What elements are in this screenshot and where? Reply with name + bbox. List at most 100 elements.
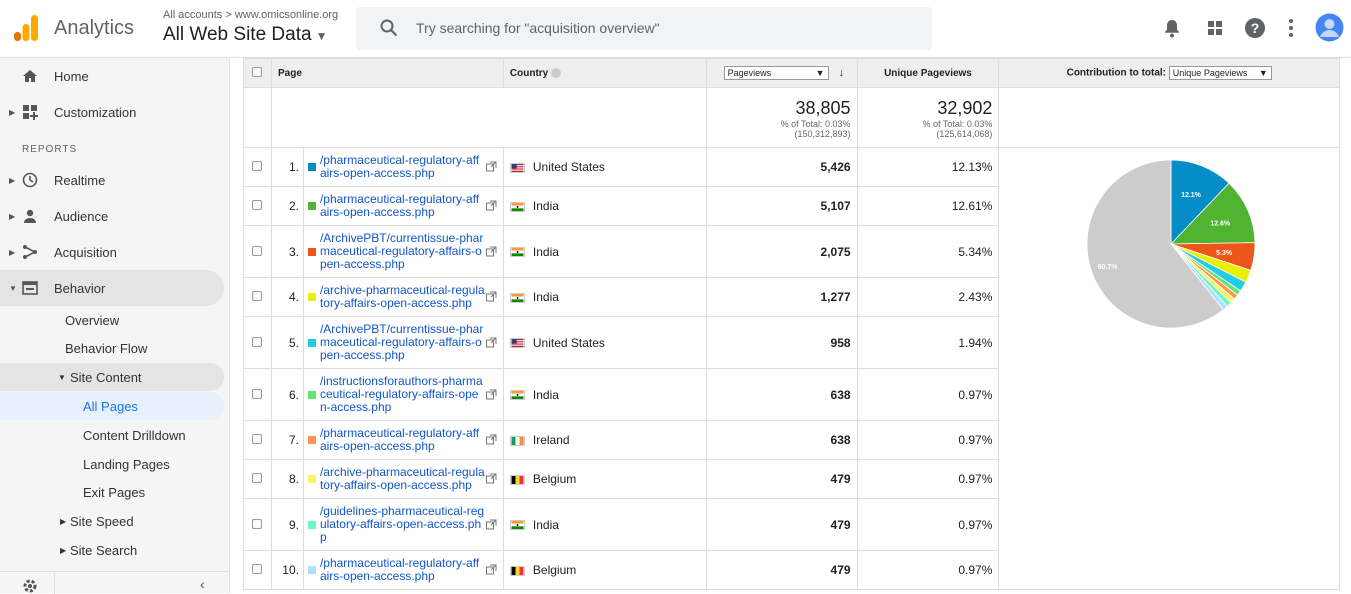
subitem-label: Site Content xyxy=(70,369,142,385)
sidebar-subitem-overview[interactable]: Overview xyxy=(0,306,224,334)
sidebar-subitem-site-content[interactable]: ▼ Site Content xyxy=(0,363,224,391)
row-checkbox[interactable] xyxy=(252,518,263,529)
country-name[interactable]: India xyxy=(533,245,559,259)
country-name[interactable]: Belgium xyxy=(533,563,576,577)
open-external-icon[interactable] xyxy=(485,564,497,575)
open-external-icon[interactable] xyxy=(485,337,497,348)
select-all-checkbox[interactable] xyxy=(252,66,263,77)
contribution-select[interactable]: Unique Pageviews ▼ xyxy=(1168,66,1272,80)
country-name[interactable]: United States xyxy=(533,160,605,174)
sidebar-item-realtime[interactable]: ▶ Realtime xyxy=(0,162,224,198)
sidebar-subitem-behavior-flow[interactable]: Behavior Flow xyxy=(0,334,224,362)
page-cell: /ArchivePBT/currentissue-pharmaceutical-… xyxy=(302,225,504,278)
select-caret-icon: ▼ xyxy=(1258,68,1268,78)
page-link[interactable]: /archive-pharmaceutical-regulatory-affai… xyxy=(320,466,485,492)
page-link[interactable]: /archive-pharmaceutical-regulatory-affai… xyxy=(320,284,485,310)
page-cell: /archive-pharmaceutical-regulatory-affai… xyxy=(302,459,504,499)
property-selector[interactable]: All Web Site Data ▼ xyxy=(163,24,327,46)
unique-pct-cell: 0.97% xyxy=(856,420,1000,460)
select-caret-icon: ▼ xyxy=(815,68,825,78)
pageviews-select[interactable]: Pageviews ▼ xyxy=(723,66,829,80)
sidebar-subitem-exit-pages[interactable]: Exit Pages xyxy=(0,478,224,506)
country-cell: Belgium xyxy=(502,550,707,590)
sort-desc-icon[interactable]: ↓ xyxy=(839,67,845,79)
country-name[interactable]: India xyxy=(533,388,559,402)
subitem-label: All Pages xyxy=(83,398,138,414)
open-external-icon[interactable] xyxy=(485,161,497,172)
subitem-label: Site Speed xyxy=(70,513,134,529)
country-name[interactable]: Ireland xyxy=(533,433,570,447)
pie-slice-label: 60.7% xyxy=(1098,264,1119,271)
row-index: 7. xyxy=(270,420,304,460)
page-link[interactable]: /ArchivePBT/currentissue-pharmaceutical-… xyxy=(320,323,485,362)
row-checkbox[interactable] xyxy=(252,161,263,171)
sidebar-item-audience[interactable]: ▶ Audience xyxy=(0,198,224,234)
open-external-icon[interactable] xyxy=(485,246,497,257)
page-link[interactable]: /pharmaceutical-regulatory-affairs-open-… xyxy=(320,154,485,180)
page-header[interactable]: Page xyxy=(270,58,504,88)
sidebar-item-home[interactable]: Home xyxy=(0,58,224,94)
account-breadcrumb[interactable]: All accounts > www.omicsonline.org xyxy=(163,9,338,21)
bell-icon[interactable] xyxy=(1161,17,1183,39)
sidebar-subitem-site-search[interactable]: ▶ Site Search xyxy=(0,536,224,564)
country-name[interactable]: India xyxy=(533,518,559,532)
acquisition-icon xyxy=(23,245,37,259)
row-checkbox[interactable] xyxy=(252,245,263,256)
pageviews-header[interactable]: Pageviews ▼ ↓ xyxy=(705,58,858,88)
sidebar-item-behavior[interactable]: ▼ Behavior xyxy=(0,270,224,306)
country-header[interactable]: Country xyxy=(502,58,707,88)
open-external-icon[interactable] xyxy=(485,434,497,445)
remove-dimension-icon[interactable] xyxy=(551,67,562,78)
search-icon xyxy=(380,19,398,37)
country-cell: India xyxy=(502,186,707,226)
help-icon[interactable]: ? xyxy=(1244,17,1266,39)
open-external-icon[interactable] xyxy=(485,473,497,484)
search-box[interactable] xyxy=(356,7,932,50)
sidebar-item-customization[interactable]: ▶ Customization xyxy=(0,94,224,130)
open-external-icon[interactable] xyxy=(485,291,497,302)
collapse-sidebar-icon[interactable]: ‹ xyxy=(200,576,205,592)
series-color-swatch xyxy=(307,293,316,301)
sidebar-subitem-site-speed[interactable]: ▶ Site Speed xyxy=(0,507,224,535)
search-input[interactable] xyxy=(416,17,916,39)
sidebar-subitem-landing-pages[interactable]: Landing Pages xyxy=(0,450,224,478)
row-select-cell xyxy=(243,498,272,551)
page-link[interactable]: /pharmaceutical-regulatory-affairs-open-… xyxy=(320,193,485,219)
gear-icon[interactable] xyxy=(22,578,38,594)
subitem-label: Behavior Flow xyxy=(65,340,148,356)
apps-grid-icon[interactable] xyxy=(1204,17,1226,39)
row-checkbox[interactable] xyxy=(252,336,263,347)
page-link[interactable]: /pharmaceutical-regulatory-affairs-open-… xyxy=(320,557,485,583)
sidebar-subitem-all-pages[interactable]: All Pages xyxy=(0,392,224,420)
page-link[interactable]: /instructionsforauthors-pharmaceutical-r… xyxy=(320,375,485,414)
country-name[interactable]: India xyxy=(533,290,559,304)
sidebar-item-acquisition[interactable]: ▶ Acquisition xyxy=(0,234,224,270)
unique-pageviews-header[interactable]: Unique Pageviews xyxy=(856,58,1000,88)
series-color-swatch xyxy=(307,338,316,347)
row-index: 10. xyxy=(270,550,304,590)
more-vert-icon[interactable] xyxy=(1280,17,1302,39)
analytics-logo-icon[interactable] xyxy=(12,14,40,42)
unique-total-pct: % of Total: 0.03% xyxy=(922,119,993,129)
row-checkbox[interactable] xyxy=(252,564,263,574)
country-name[interactable]: Belgium xyxy=(533,472,576,486)
row-checkbox[interactable] xyxy=(252,473,263,483)
page-link[interactable]: /guidelines-pharmaceutical-regulatory-af… xyxy=(320,505,485,544)
row-checkbox[interactable] xyxy=(252,291,263,301)
page-link[interactable]: /ArchivePBT/currentissue-pharmaceutical-… xyxy=(320,232,485,271)
country-name[interactable]: India xyxy=(533,199,559,213)
page-link[interactable]: /pharmaceutical-regulatory-affairs-open-… xyxy=(320,427,485,453)
open-external-icon[interactable] xyxy=(485,519,497,530)
country-cell: United States xyxy=(502,316,707,369)
avatar-icon[interactable] xyxy=(1315,13,1344,42)
row-checkbox[interactable] xyxy=(252,434,263,444)
row-checkbox[interactable] xyxy=(252,388,263,399)
country-cell: India xyxy=(502,498,707,551)
sidebar-subitem-content-drilldown[interactable]: Content Drilldown xyxy=(0,421,224,449)
row-checkbox[interactable] xyxy=(252,200,263,210)
open-external-icon[interactable] xyxy=(485,200,497,211)
pageviews-cell: 479 xyxy=(705,498,858,551)
flag-in-icon xyxy=(509,201,525,212)
country-name[interactable]: United States xyxy=(533,336,605,350)
open-external-icon[interactable] xyxy=(485,389,497,400)
